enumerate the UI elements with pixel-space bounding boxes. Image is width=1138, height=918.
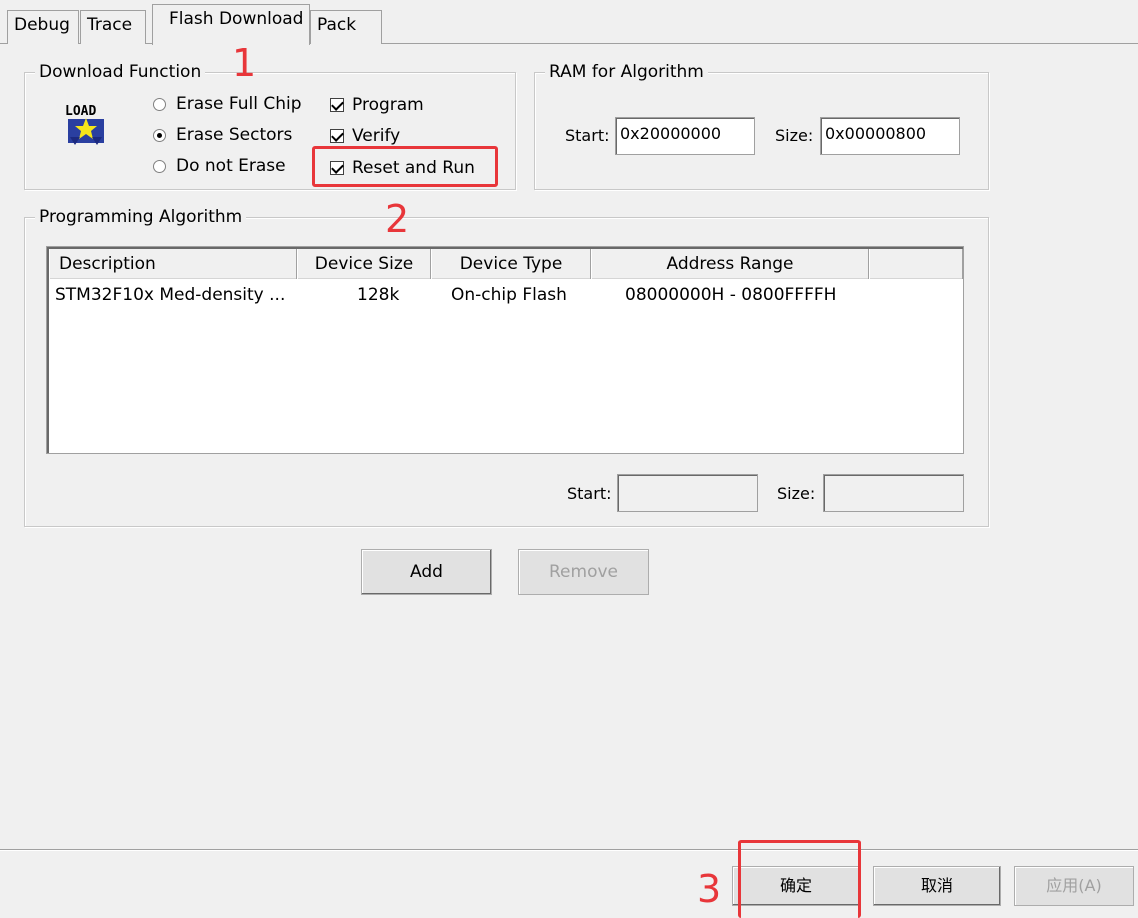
- ram-start-field[interactable]: 0x20000000: [615, 117, 755, 155]
- radio-erase-sectors-label: Erase Sectors: [176, 125, 293, 145]
- algorithm-list-header: Description Device Size Device Type Addr…: [49, 249, 963, 279]
- apply-button[interactable]: 应用(A): [1014, 866, 1134, 906]
- ram-size-field[interactable]: 0x00000800: [820, 117, 960, 155]
- ram-start-label: Start:: [565, 126, 610, 145]
- checkbox-program[interactable]: Program: [330, 95, 424, 115]
- download-function-title: Download Function: [35, 62, 206, 82]
- column-address-range[interactable]: Address Range: [591, 249, 869, 279]
- tab-strip: Debug Trace Flash Download Pack: [0, 0, 1138, 45]
- algorithm-size-field[interactable]: [823, 474, 964, 512]
- add-button[interactable]: Add: [361, 549, 492, 595]
- cell-address-range: 08000000H - 0800FFFFH: [625, 285, 837, 305]
- radio-erase-sectors[interactable]: Erase Sectors: [153, 125, 292, 145]
- programming-algorithm-title: Programming Algorithm: [35, 207, 247, 227]
- radio-do-not-erase-indicator: [153, 159, 166, 173]
- algorithm-size-label: Size:: [777, 484, 816, 503]
- tab-flash-download-label: Flash Download: [169, 9, 304, 29]
- cancel-button[interactable]: 取消: [873, 866, 1001, 906]
- algorithm-list[interactable]: Description Device Size Device Type Addr…: [46, 246, 964, 454]
- checkbox-program-indicator: [330, 98, 344, 112]
- radio-do-not-erase-label: Do not Erase: [176, 156, 286, 176]
- radio-do-not-erase[interactable]: Do not Erase: [153, 156, 286, 176]
- dialog-separator: [0, 849, 1138, 851]
- column-device-type[interactable]: Device Type: [431, 249, 591, 279]
- checkbox-program-label: Program: [352, 95, 424, 115]
- tab-pack[interactable]: Pack: [310, 10, 382, 44]
- annotation-box-3: [738, 840, 861, 918]
- tab-debug[interactable]: Debug: [7, 10, 79, 44]
- annotation-number-1: 1: [232, 41, 257, 85]
- radio-erase-sectors-indicator: [153, 128, 166, 142]
- algorithm-start-field[interactable]: [617, 474, 758, 512]
- tab-flash-download[interactable]: Flash Download: [152, 4, 310, 45]
- checkbox-verify[interactable]: Verify: [330, 126, 400, 146]
- radio-erase-full-chip-label: Erase Full Chip: [176, 94, 302, 114]
- column-device-size[interactable]: Device Size: [297, 249, 431, 279]
- load-icon: LOAD: [65, 104, 104, 145]
- radio-erase-full-chip-indicator: [153, 97, 166, 111]
- annotation-number-3: 3: [697, 867, 722, 911]
- annotation-number-2: 2: [385, 197, 410, 241]
- tab-debug-label: Debug: [14, 15, 70, 35]
- cell-device-size: 128k: [357, 285, 400, 305]
- annotation-box-2: [312, 146, 498, 187]
- cell-device-type: On-chip Flash: [451, 285, 567, 305]
- checkbox-verify-indicator: [330, 129, 344, 143]
- tab-pack-label: Pack: [317, 15, 357, 35]
- algorithm-start-label: Start:: [567, 484, 612, 503]
- radio-erase-full-chip[interactable]: Erase Full Chip: [153, 94, 302, 114]
- cell-description: STM32F10x Med-density ...: [55, 285, 286, 305]
- tab-trace-label: Trace: [87, 15, 133, 35]
- remove-button[interactable]: Remove: [518, 549, 649, 595]
- tab-trace[interactable]: Trace: [80, 10, 146, 44]
- ram-for-algorithm-title: RAM for Algorithm: [545, 62, 708, 82]
- ram-size-label: Size:: [775, 126, 814, 145]
- svg-text:LOAD: LOAD: [65, 104, 96, 119]
- column-description[interactable]: Description: [49, 249, 297, 279]
- column-empty: [869, 249, 963, 279]
- checkbox-verify-label: Verify: [352, 126, 401, 146]
